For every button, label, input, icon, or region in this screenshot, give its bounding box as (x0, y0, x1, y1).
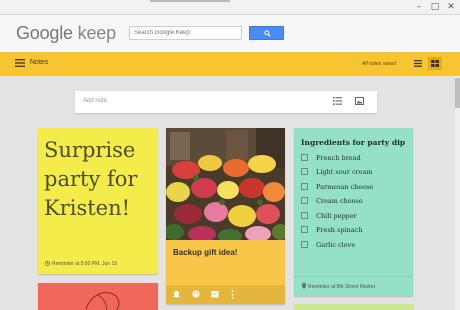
add-note-placeholder[interactable]: Add note (83, 98, 107, 104)
keep-window: – □ ✕ Google keep Notes All notes saved (0, 0, 460, 310)
more-icon[interactable] (231, 290, 234, 299)
note-surprise-party[interactable]: Surprise party for Kristen! Reminder at … (38, 128, 158, 274)
checklist-item-label: Garlic clove (316, 241, 356, 249)
checklist-item[interactable]: Chili pepper (301, 212, 357, 221)
note-text: Surprise party for Kristen! (44, 138, 138, 220)
drawing-sketch (85, 292, 120, 310)
checkbox[interactable] (301, 241, 308, 248)
checklist-item[interactable]: Garlic clove (301, 241, 355, 250)
search-button[interactable] (249, 26, 284, 40)
grid-view-button[interactable] (428, 57, 442, 70)
note-backup-gift[interactable]: Backup gift idea! (166, 128, 285, 304)
scrollbar-thumb[interactable] (455, 78, 460, 108)
checkbox[interactable] (301, 154, 308, 161)
notes-toolbar: Notes All notes saved (0, 52, 460, 76)
checkbox[interactable] (301, 183, 308, 190)
grid-view-icon (431, 60, 439, 67)
palette-icon[interactable] (192, 290, 200, 298)
note-red-partial[interactable] (38, 283, 158, 310)
note-reminder[interactable]: Reminder at 5:00 PM, Jun 19 (45, 261, 117, 267)
checklist-item-label: French bread (316, 154, 361, 162)
note-green-partial[interactable] (294, 304, 413, 310)
list-view-icon (414, 60, 422, 67)
scrollbar[interactable] (455, 76, 460, 310)
checklist-item-label: Chili pepper (316, 212, 357, 220)
note-location-reminder[interactable]: Reminder at 8th Street Market (302, 283, 375, 290)
checklist-item[interactable]: Fresh spinach (301, 226, 363, 235)
app-header: Google keep (0, 15, 460, 52)
window-titlebar: – □ ✕ (0, 0, 460, 15)
search-input[interactable] (129, 26, 242, 40)
checklist-item[interactable]: French bread (301, 154, 361, 163)
location-icon (302, 283, 306, 289)
image-icon[interactable] (355, 97, 364, 105)
titlebar-accent (150, 0, 230, 2)
reminder-text: Reminder at 5:00 PM, Jun 19 (52, 261, 118, 267)
checkbox[interactable] (301, 226, 308, 233)
save-status: All notes saved (362, 61, 396, 67)
checklist-item-label: Fresh spinach (316, 226, 363, 234)
minimize-icon[interactable]: – (414, 2, 424, 12)
google-keep-logo[interactable]: Google keep (16, 23, 116, 44)
maximize-icon[interactable]: □ (430, 2, 440, 12)
search-icon (264, 30, 271, 37)
add-note-bar[interactable]: Add note (75, 91, 377, 113)
flower-market-photo (166, 128, 285, 240)
note-caption: Backup gift idea! (173, 248, 238, 257)
checklist-item-label: Cream cheese (316, 197, 363, 205)
checkbox[interactable] (301, 197, 308, 204)
close-icon[interactable]: ✕ (446, 2, 456, 12)
reminder-text: Reminder at 8th Street Market (308, 284, 375, 290)
note-action-bar (166, 285, 285, 304)
checklist-item[interactable]: Cream cheese (301, 197, 363, 206)
checklist-item-label: Parmesan cheese (316, 183, 374, 191)
checklist-icon[interactable] (333, 97, 342, 105)
page-title: Notes (30, 59, 49, 66)
checklist-item-label: Light sour cream (316, 168, 373, 176)
checklist-item[interactable]: Light sour cream (301, 168, 373, 177)
archive-icon[interactable] (211, 290, 219, 298)
note-title: Ingredients for party dip (301, 138, 406, 147)
logo-keep-text: keep (77, 23, 116, 43)
checkbox[interactable] (301, 212, 308, 219)
note-party-dip[interactable]: Ingredients for party dip French bread L… (294, 128, 413, 296)
checkbox[interactable] (301, 168, 308, 175)
note-divider (294, 276, 413, 277)
checklist-item[interactable]: Parmesan cheese (301, 183, 373, 192)
menu-icon[interactable] (15, 59, 25, 67)
bell-icon[interactable] (173, 290, 180, 298)
clock-icon (45, 261, 50, 266)
logo-google-text: Google (16, 23, 73, 43)
list-view-button[interactable] (411, 57, 425, 70)
